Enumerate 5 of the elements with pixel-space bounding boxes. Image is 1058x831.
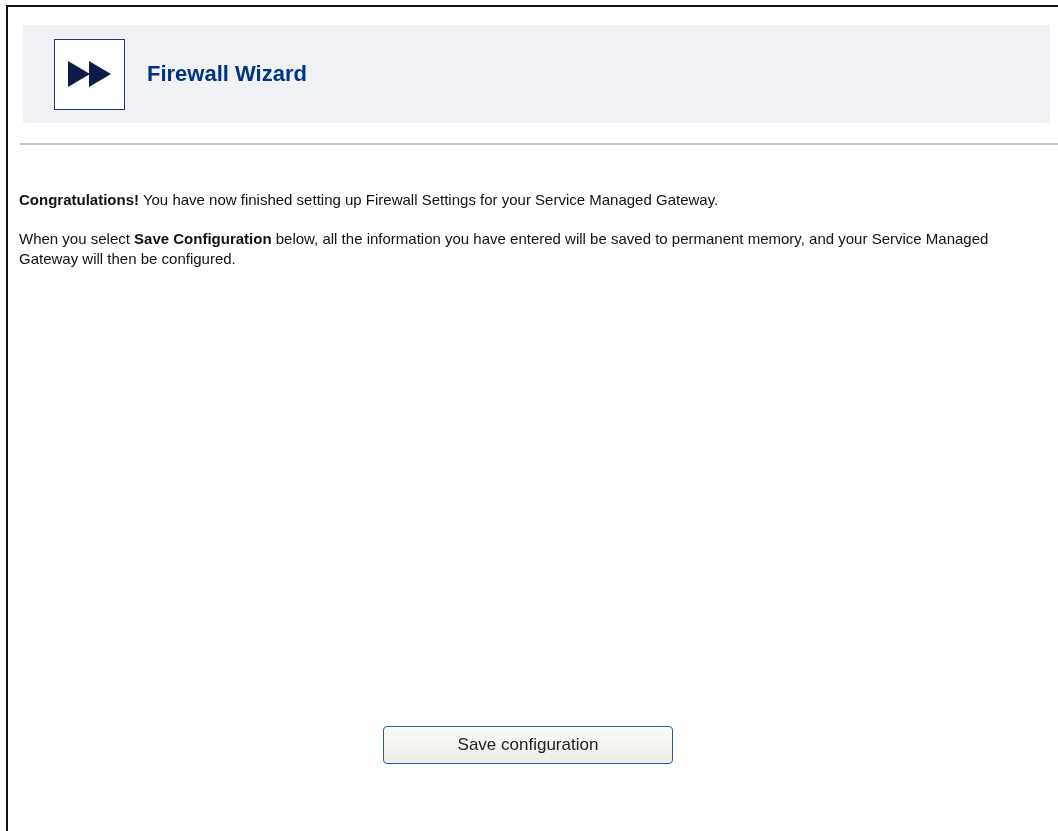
wizard-title: Firewall Wizard (147, 61, 307, 87)
save-configuration-button[interactable]: Save configuration (383, 726, 673, 764)
message-paragraph: When you select Save Configuration below, all the information you have entered will be saved to permanent memory, and your Service Managed Gateway will then be configured. (19, 229, 990, 269)
fast-forward-icon (54, 38, 125, 110)
message-paragraph: Congratulations! You have now finished setting up Firewall Settings for your Service Managed Gateway. (19, 190, 720, 210)
